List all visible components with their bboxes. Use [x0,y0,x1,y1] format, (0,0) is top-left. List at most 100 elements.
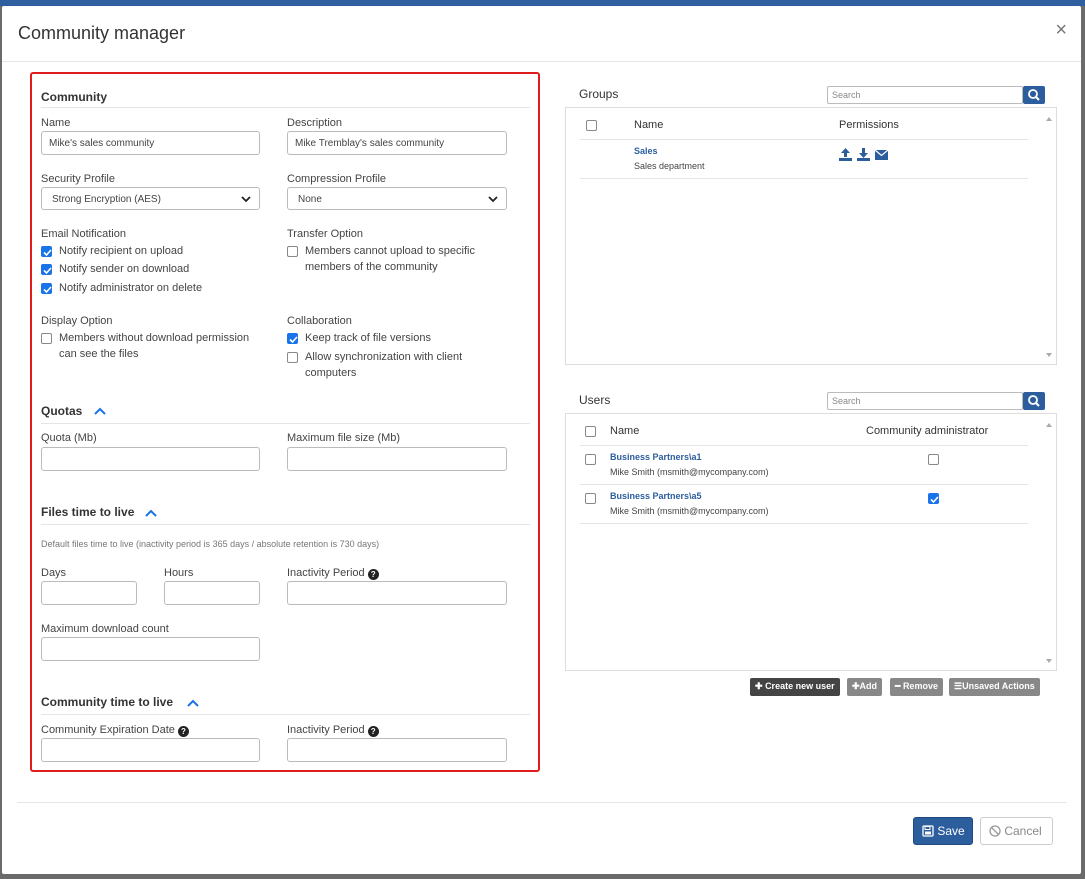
chevron-up-icon[interactable] [186,698,200,708]
save-button[interactable]: Save [913,817,973,845]
notify-sender-checkbox[interactable] [41,264,52,275]
community-inactivity-input[interactable] [287,738,507,762]
name-label: Name [41,117,71,129]
expiration-date-input[interactable] [41,738,260,762]
chevron-down-icon [241,196,251,203]
name-input[interactable]: Mike's sales community [41,131,260,155]
list-icon: ☰ [954,681,963,691]
dialog-header: Community manager × [2,6,1081,62]
email-notification-label: Email Notification [41,228,126,240]
users-scrollbar[interactable] [1042,418,1056,668]
members-cannot-upload-checkbox[interactable] [287,246,298,257]
community-admin-checkbox[interactable] [928,493,939,504]
max-file-size-input[interactable] [287,447,507,471]
user-row-checkbox[interactable] [585,493,596,504]
expiration-date-label: Community Expiration Date? [41,724,189,737]
chevron-down-icon [488,196,498,203]
users-name-header: Name [610,425,640,437]
notify-recipient-label: Notify recipient on upload [59,245,184,257]
allow-sync-checkbox[interactable] [287,352,298,363]
transfer-option-label: Transfer Option [287,228,364,240]
members-see-files-checkbox[interactable] [41,333,52,344]
group-name-link[interactable]: Sales [634,146,658,156]
add-button[interactable]: ✚Add [847,678,883,696]
days-label: Days [41,567,67,579]
community-inactivity-label: Inactivity Period? [287,724,379,737]
groups-scrollbar[interactable] [1042,112,1056,362]
community-settings-panel: Community Name Mike's sales community De… [30,72,540,772]
divider [41,714,530,715]
description-input[interactable]: Mike Tremblay's sales community [287,131,507,155]
chevron-up-icon[interactable] [93,406,107,416]
track-versions-label: Keep track of file versions [305,332,431,344]
days-input[interactable] [41,581,137,605]
chevron-up-icon[interactable] [144,508,158,518]
divider [41,524,530,525]
notify-sender-label: Notify sender on download [59,263,190,275]
track-versions-checkbox[interactable] [287,333,298,344]
groups-search-button[interactable] [1023,86,1045,104]
user-name-link[interactable]: Business Partners\a5 [610,491,702,501]
user-email: Mike Smith (msmith@mycompany.com) [610,467,769,477]
max-download-input[interactable] [41,637,260,661]
download-icon [857,148,870,161]
divider [41,423,530,424]
quotas-section-title: Quotas [41,404,83,418]
description-label: Description [287,117,343,129]
upload-icon [839,148,852,161]
community-ttl-section-title: Community time to live [41,695,174,709]
help-icon[interactable]: ? [367,569,379,580]
cancel-button[interactable]: Cancel [980,817,1053,845]
community-admin-checkbox[interactable] [928,454,939,465]
dialog-title: Community manager [18,23,186,43]
floppy-disk-icon [922,825,934,837]
display-option-label: Display Option [41,315,113,327]
users-table: Name Community administrator Business Pa… [565,413,1057,671]
remove-button[interactable]: ━ Remove [890,678,943,696]
users-search-button[interactable] [1023,392,1045,410]
security-profile-value: Strong Encryption (AES) [52,194,161,205]
divider [41,107,530,108]
files-ttl-hint: Default files time to live (inactivity p… [41,539,380,549]
groups-select-all-checkbox[interactable] [586,120,597,131]
ban-icon [989,825,1001,837]
groups-search-input[interactable]: Search [827,86,1023,104]
user-email: Mike Smith (msmith@mycompany.com) [610,506,769,516]
members-see-files-label: Members without download permission can … [59,332,250,360]
quota-input[interactable] [41,447,260,471]
notify-recipient-checkbox[interactable] [41,246,52,257]
close-button[interactable]: × [1055,20,1067,40]
user-name-link[interactable]: Business Partners\a1 [610,452,702,462]
divider [580,178,1028,179]
user-row-checkbox[interactable] [585,454,596,465]
community-manager-dialog: Community manager × Community Name Mike'… [2,6,1081,874]
divider [580,445,1028,446]
groups-name-header: Name [634,119,664,131]
community-section-title: Community [41,90,107,104]
hours-input[interactable] [164,581,260,605]
envelope-icon [874,149,889,160]
notify-admin-label: Notify administrator on delete [59,282,203,294]
hours-label: Hours [164,567,194,579]
groups-table: Name Permissions Sales Sales department [565,107,1057,365]
inactivity-period-input[interactable] [287,581,507,605]
files-ttl-section-title: Files time to live [41,505,135,519]
max-file-size-label: Maximum file size (Mb) [287,432,401,444]
users-search-input[interactable]: Search [827,392,1023,410]
group-description: Sales department [634,161,705,171]
create-new-user-button[interactable]: ✚ Create new user [750,678,840,696]
unsaved-actions-button[interactable]: ☰Unsaved Actions [949,678,1040,696]
help-icon[interactable]: ? [177,726,189,737]
help-icon[interactable]: ? [367,726,379,737]
plus-icon: ✚ [755,681,763,691]
divider [580,139,1028,140]
users-select-all-checkbox[interactable] [585,426,596,437]
notify-admin-checkbox[interactable] [41,283,52,294]
compression-profile-select[interactable]: None [287,187,507,210]
members-cannot-upload-label: Members cannot upload to specific member… [305,245,475,273]
security-profile-select[interactable]: Strong Encryption (AES) [41,187,260,210]
compression-profile-value: None [298,194,322,205]
search-icon [1028,89,1040,101]
collaboration-label: Collaboration [287,315,352,327]
groups-title: Groups [579,87,619,101]
